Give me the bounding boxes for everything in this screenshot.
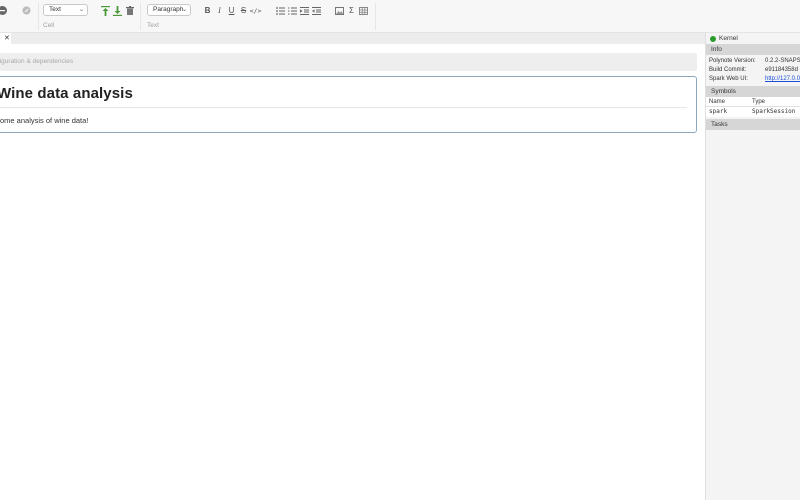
kernel-sidebar: Kernel Info Polynote Version: 0.2.2-SNAP… (705, 33, 800, 500)
tasks-section-header[interactable]: Tasks (706, 119, 800, 130)
notebook-tab-bar: ✕ (0, 33, 705, 44)
chevron-down-icon: ⌄ (78, 7, 84, 13)
code-icon[interactable]: </> (250, 5, 262, 16)
toolbar: Text ⌄ Cell Paragraph ⌄ B I U S </> Σ Te… (0, 0, 800, 33)
info-row: Spark Web UI: http://127.0.0.1:4040 (709, 75, 800, 84)
image-icon[interactable] (334, 5, 345, 16)
cell-controls-group: Text ⌄ Cell (38, 0, 138, 33)
info-key: Spark Web UI: (709, 76, 748, 82)
info-key: Build Commit: (709, 67, 747, 73)
bullet-list-icon[interactable] (275, 5, 286, 16)
table-row[interactable]: spark SparkSession (706, 107, 800, 117)
configuration-dependencies-toggle[interactable]: Configuration & dependencies (0, 53, 697, 71)
indent-icon[interactable] (299, 5, 310, 16)
symbol-name: spark (709, 108, 728, 115)
table-icon[interactable] (358, 5, 369, 16)
toolbar-divider (375, 3, 376, 30)
text-controls-group: Paragraph ⌄ B I U S </> Σ Text (140, 0, 375, 33)
cell-body-text: Some analysis of wine data! (0, 116, 89, 125)
outdent-icon[interactable] (311, 5, 322, 16)
symbols-section-header[interactable]: Symbols (706, 86, 800, 97)
symbols-table-header: Name Type (706, 97, 800, 107)
cell-caption: Cell (43, 22, 55, 29)
stop-icon[interactable] (21, 5, 32, 16)
numbered-list-icon[interactable] (287, 5, 298, 16)
notebook-controls-group (0, 0, 38, 33)
text-cell[interactable]: Wine data analysis Some analysis of wine… (0, 76, 697, 133)
sigma-icon[interactable]: Σ (346, 5, 357, 16)
close-icon[interactable]: ✕ (4, 33, 10, 44)
info-section-header[interactable]: Info (706, 44, 800, 55)
info-key: Polynote Version: (709, 58, 756, 64)
info-value: 0.2.2-SNAPSHOT (765, 58, 800, 64)
kernel-header[interactable]: Kernel (706, 33, 800, 44)
notebook-tab[interactable]: ✕ (0, 33, 11, 44)
delete-icon[interactable] (124, 5, 135, 16)
cell-type-select[interactable]: Text ⌄ (43, 4, 88, 16)
insert-below-icon[interactable] (112, 5, 123, 16)
config-label: Configuration & dependencies (0, 58, 74, 65)
info-row: Build Commit: e91184358d (709, 66, 800, 75)
symbol-type: SparkSession (752, 108, 796, 115)
info-row: Polynote Version: 0.2.2-SNAPSHOT (709, 57, 800, 66)
strikethrough-icon[interactable]: S (238, 5, 249, 16)
paragraph-style-value: Paragraph (153, 6, 184, 13)
heading-divider (0, 107, 687, 108)
underline-icon[interactable]: U (226, 5, 237, 16)
kernel-label: Kernel (719, 35, 738, 42)
info-value: e91184358d (765, 67, 798, 73)
symbols-table: Name Type spark SparkSession (706, 97, 800, 117)
cell-type-value: Text (49, 6, 61, 13)
italic-icon[interactable]: I (214, 5, 225, 16)
column-header: Type (752, 99, 766, 105)
spark-ui-link[interactable]: http://127.0.0.1:4040 (765, 75, 800, 84)
run-icon[interactable] (0, 5, 8, 16)
text-caption: Text (147, 22, 159, 29)
column-header: Name (709, 99, 726, 105)
cell-heading: Wine data analysis (0, 85, 133, 102)
insert-above-icon[interactable] (100, 5, 111, 16)
paragraph-style-select[interactable]: Paragraph ⌄ (147, 4, 191, 16)
chevron-down-icon: ⌄ (181, 7, 187, 13)
kernel-status-icon (710, 35, 716, 42)
bold-icon[interactable]: B (202, 5, 213, 16)
